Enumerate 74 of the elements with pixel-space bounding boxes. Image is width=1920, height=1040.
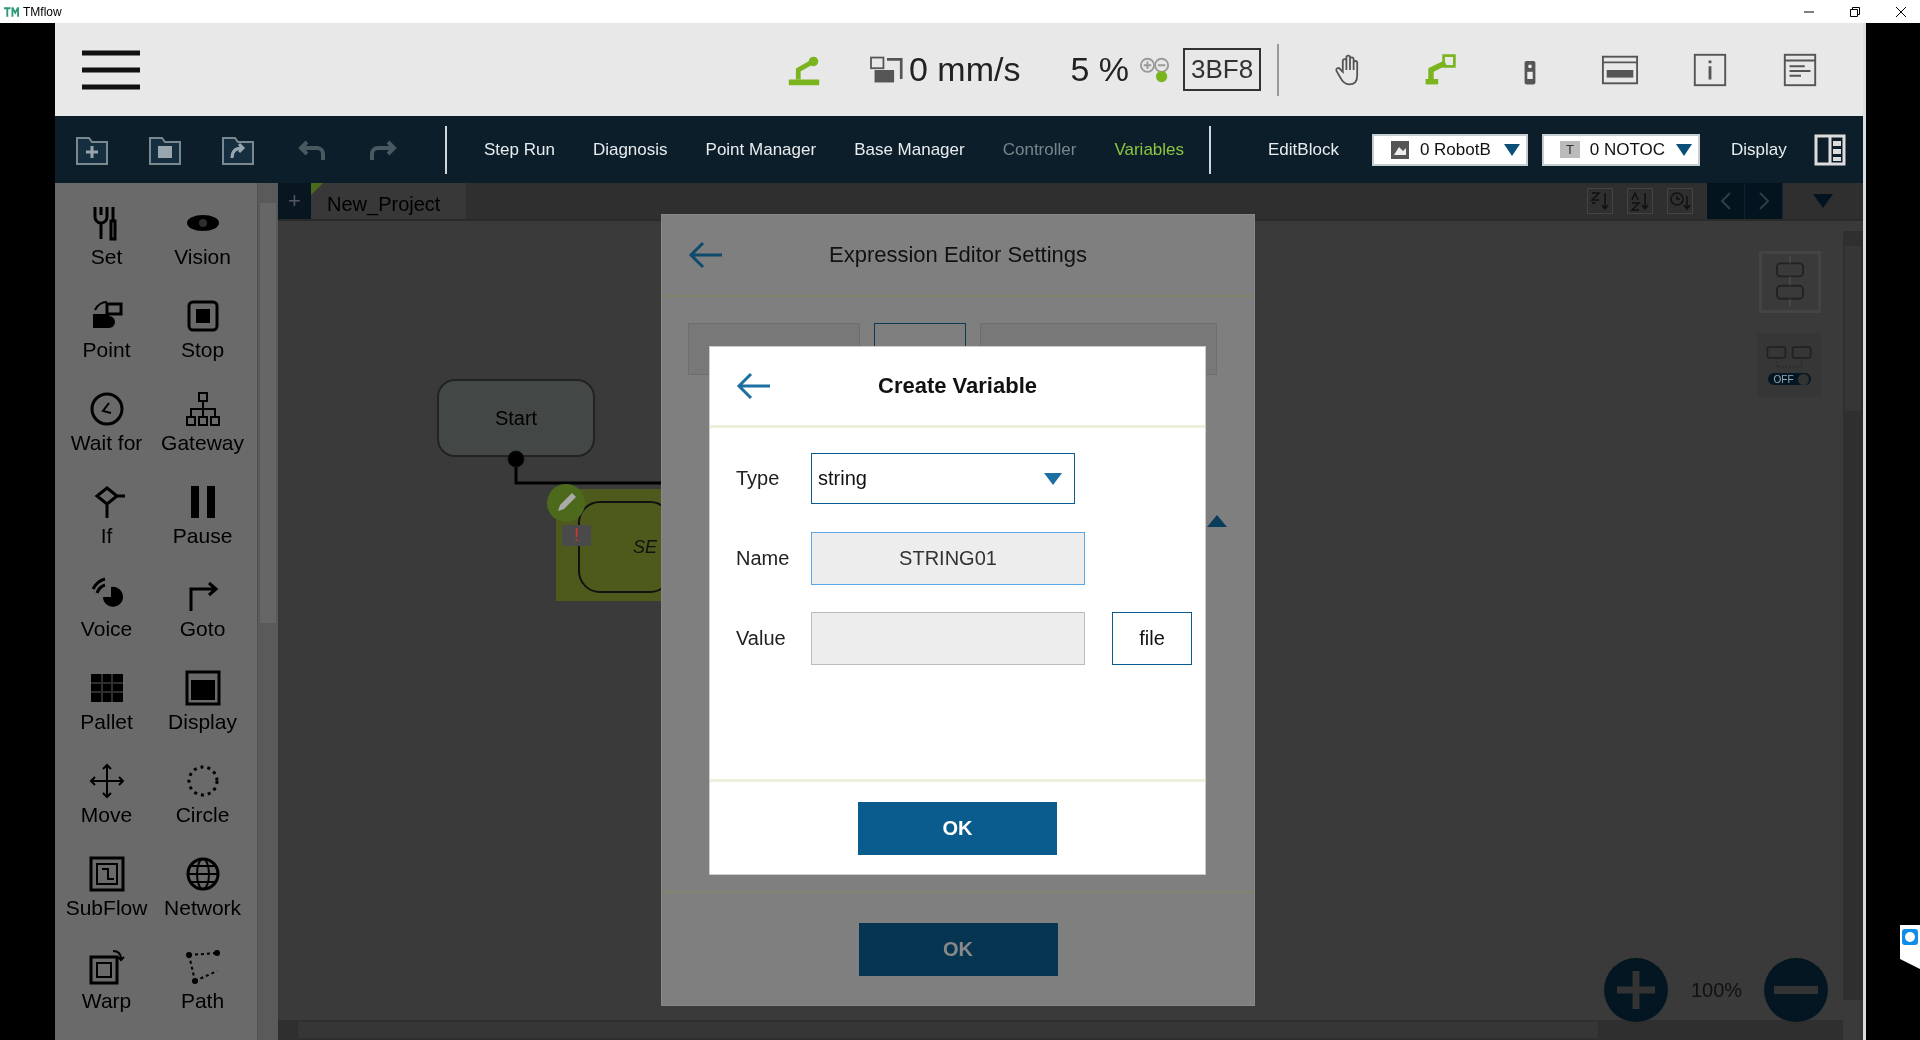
ok-button[interactable]: OK bbox=[858, 801, 1057, 855]
scrollbar[interactable] bbox=[278, 1020, 1843, 1040]
back-arrow-icon[interactable] bbox=[688, 241, 724, 269]
start-node[interactable]: Start bbox=[437, 379, 595, 457]
sort-descending-icon[interactable] bbox=[1587, 188, 1613, 214]
warning-badge: ! bbox=[562, 525, 591, 546]
node-palette-item[interactable]: Goto bbox=[154, 575, 251, 668]
base-icon bbox=[1389, 139, 1410, 160]
node-palette-item[interactable]: Pause bbox=[154, 482, 251, 575]
minus-icon bbox=[1774, 986, 1818, 994]
menu-tab[interactable]: Base Manager bbox=[835, 129, 984, 170]
edit-pencil-icon[interactable] bbox=[546, 483, 586, 523]
status-code: 3BF8 bbox=[1183, 48, 1262, 91]
tool-dropdown[interactable]: T 0 NOTOC bbox=[1541, 133, 1700, 166]
display-button[interactable]: Display bbox=[1711, 129, 1806, 170]
file-button[interactable]: file bbox=[1112, 612, 1192, 665]
base-dropdown[interactable]: 0 RobotB bbox=[1371, 133, 1528, 166]
tool-badge: T bbox=[1559, 141, 1580, 158]
name-field[interactable]: STRING01 bbox=[811, 532, 1085, 585]
app-logo-icon bbox=[4, 5, 19, 18]
dialog-title: Expression Editor Settings bbox=[829, 242, 1087, 268]
menu-tab[interactable]: Variables bbox=[1095, 129, 1204, 170]
menu-tab[interactable]: Diagnosis bbox=[573, 129, 687, 170]
caret-icon bbox=[1044, 472, 1062, 485]
node-palette-item[interactable]: Network bbox=[154, 854, 251, 947]
value-field[interactable] bbox=[811, 612, 1085, 665]
node-palette-item[interactable]: Pallet bbox=[58, 668, 155, 761]
close-icon[interactable] bbox=[1896, 6, 1906, 17]
node-palette-item[interactable]: SubFlow bbox=[58, 854, 155, 947]
menu-tab[interactable]: Point Manager bbox=[686, 129, 836, 170]
node-palette-item[interactable]: Wait for bbox=[58, 389, 155, 482]
add-tab-button[interactable]: + bbox=[278, 183, 311, 219]
collapse-caret-icon[interactable] bbox=[1207, 515, 1227, 527]
node-palette-item[interactable]: Point bbox=[58, 296, 155, 389]
node-palette-item[interactable]: Circle bbox=[154, 761, 251, 854]
layout-toggle-icon[interactable] bbox=[1759, 251, 1821, 313]
node-palette-item[interactable]: Stop bbox=[154, 296, 251, 389]
node-palette-item[interactable]: If bbox=[58, 482, 155, 575]
scrollbar[interactable] bbox=[257, 183, 278, 1040]
node-palette-item[interactable]: Vision bbox=[154, 203, 251, 296]
node-palette-item[interactable]: Gateway bbox=[154, 389, 251, 482]
node-palette-item[interactable]: Move bbox=[58, 761, 155, 854]
caret-icon bbox=[1503, 143, 1520, 156]
back-arrow-icon[interactable] bbox=[736, 372, 772, 400]
field-label: Name bbox=[736, 547, 791, 570]
ok-button[interactable]: OK bbox=[858, 922, 1058, 976]
toggle-switch[interactable]: OFF bbox=[1767, 373, 1811, 385]
caret-icon bbox=[1813, 194, 1833, 208]
chevron-right-icon bbox=[1757, 191, 1770, 211]
next-button[interactable] bbox=[1745, 183, 1783, 219]
sort-time-icon[interactable] bbox=[1667, 188, 1693, 214]
caret-icon bbox=[1675, 143, 1692, 156]
speed-reading: 0 mm/s bbox=[909, 50, 1021, 89]
node-palette-item[interactable]: Voice bbox=[58, 575, 155, 668]
speed-percent: 5 % bbox=[1070, 50, 1130, 89]
link-toggle-panel[interactable]: OFF bbox=[1757, 333, 1821, 397]
node-palette-item[interactable]: Display bbox=[154, 668, 251, 761]
restore-icon[interactable] bbox=[1850, 6, 1860, 17]
field-label: Type bbox=[736, 467, 781, 490]
field-label: Value bbox=[736, 627, 787, 650]
dialog-title: Create Variable bbox=[878, 373, 1037, 399]
previous-button[interactable] bbox=[1707, 183, 1745, 219]
menu-icon[interactable] bbox=[82, 49, 140, 90]
node-palette-item[interactable]: Path bbox=[154, 947, 251, 1040]
sort-ascending-icon[interactable] bbox=[1627, 188, 1653, 214]
chevron-left-icon bbox=[1719, 191, 1732, 211]
window-title: TMflow bbox=[23, 4, 62, 19]
menu-tab[interactable]: Step Run bbox=[465, 129, 574, 170]
plus-minus-icon[interactable] bbox=[1139, 55, 1172, 84]
type-dropdown[interactable]: string bbox=[811, 453, 1075, 504]
node-palette-item[interactable]: Set bbox=[58, 203, 155, 296]
scrollbar[interactable] bbox=[1843, 231, 1863, 1000]
editblock-button[interactable]: EditBlock bbox=[1249, 129, 1358, 170]
node-palette-item[interactable]: Warp bbox=[58, 947, 155, 1040]
